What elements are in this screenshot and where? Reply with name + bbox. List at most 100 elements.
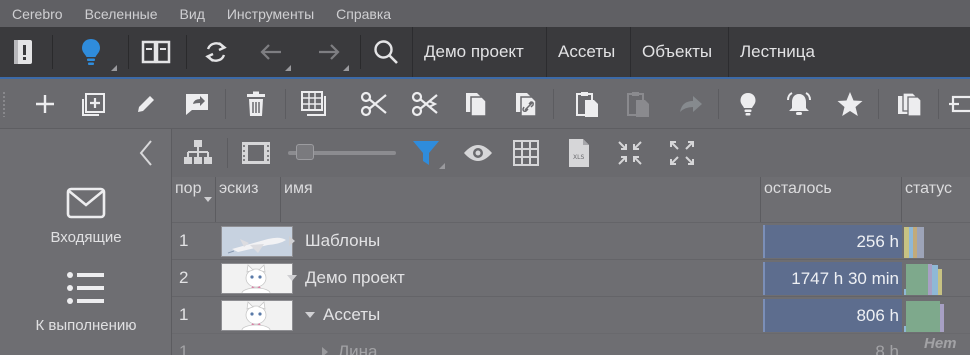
list-icon xyxy=(67,272,104,304)
column-header-order[interactable]: пор xyxy=(172,177,216,222)
add-button[interactable] xyxy=(30,89,60,119)
move-button[interactable] xyxy=(676,89,706,119)
copy-icon xyxy=(466,93,487,117)
column-header-thumb[interactable]: эскиз xyxy=(216,177,281,222)
paste-link-button[interactable] xyxy=(623,89,653,119)
filter-button[interactable] xyxy=(410,137,445,169)
split-button[interactable] xyxy=(946,89,970,119)
cut-button[interactable] xyxy=(359,89,389,119)
notifications-button[interactable] xyxy=(8,27,38,77)
column-header-thumb-label: эскиз xyxy=(219,180,259,197)
expand-all-button[interactable] xyxy=(666,137,698,169)
menu-universes[interactable]: Вселенные xyxy=(74,6,169,22)
svg-text:XLS: XLS xyxy=(573,154,584,161)
tab-demo-project[interactable]: Демо проект xyxy=(412,27,535,77)
export-xls-button[interactable]: XLS xyxy=(563,137,595,169)
column-header-order-label: пор xyxy=(175,180,202,197)
row-thumbnail xyxy=(221,263,293,294)
collapse-arrow-icon[interactable] xyxy=(287,275,297,281)
row-thumbnail xyxy=(221,300,293,331)
table-row[interactable]: 1 Шаблоны 256 h xyxy=(172,222,970,258)
cut-link-button[interactable] xyxy=(410,89,440,119)
shuttle-thumbnail-icon xyxy=(222,227,292,256)
row-status-chart xyxy=(904,225,924,258)
left-panel: Входящие К выполнению xyxy=(0,129,172,355)
exclamation-book-icon xyxy=(14,40,32,64)
copy-link-icon xyxy=(516,93,537,117)
table-grid-icon xyxy=(513,140,539,166)
thumbnail-size-slider-handle[interactable] xyxy=(296,144,314,160)
lightbulb-icon xyxy=(740,93,756,116)
inbox-button[interactable]: Входящие xyxy=(0,187,172,246)
row-name: Ассеты xyxy=(323,305,381,324)
tab-assets[interactable]: Ассеты xyxy=(546,27,626,77)
book-button[interactable] xyxy=(138,27,174,77)
scissors-link-icon xyxy=(411,91,438,117)
todo-button[interactable]: К выполнению xyxy=(0,271,172,334)
copy-button[interactable] xyxy=(461,89,491,119)
copy-link-button[interactable] xyxy=(511,89,541,119)
expand-arrow-icon[interactable] xyxy=(322,347,328,355)
table-row[interactable]: 2 Демо проект 1747 h 30 min xyxy=(172,259,970,295)
collapse-arrow-icon[interactable] xyxy=(305,312,315,318)
expand-arrows-icon xyxy=(670,141,694,165)
menu-view[interactable]: Вид xyxy=(169,6,216,22)
alarm-button[interactable] xyxy=(784,89,814,119)
table-view-button[interactable] xyxy=(510,137,542,169)
scissors-icon xyxy=(360,91,387,117)
paste-link-icon xyxy=(627,92,649,117)
star-icon xyxy=(837,92,863,116)
hints-button[interactable] xyxy=(62,27,120,77)
hierarchy-view-button[interactable] xyxy=(182,137,214,169)
collapse-arrows-icon xyxy=(618,141,642,165)
duplicate-button[interactable] xyxy=(895,89,925,119)
refresh-icon xyxy=(205,42,227,62)
forward-button[interactable] xyxy=(306,27,352,77)
back-button[interactable] xyxy=(248,27,294,77)
edit-button[interactable] xyxy=(131,89,161,119)
search-button[interactable] xyxy=(368,27,404,77)
task-grid: пор эскиз имя осталось статус 1 Шаблоны … xyxy=(172,177,970,355)
row-order: 1 xyxy=(179,305,189,324)
visibility-button[interactable] xyxy=(462,137,494,169)
row-name-cell: Демо проект xyxy=(287,260,405,296)
sort-indicator-icon xyxy=(204,197,212,202)
column-header-remaining[interactable]: осталось xyxy=(761,177,902,222)
expand-arrow-icon[interactable] xyxy=(289,236,295,246)
message-forward-icon xyxy=(186,94,208,115)
film-strip-icon xyxy=(242,142,270,164)
toolbar-grip[interactable] xyxy=(2,91,6,117)
refresh-button[interactable] xyxy=(198,27,234,77)
row-order: 2 xyxy=(179,268,189,287)
funnel-icon xyxy=(413,141,439,165)
lightbulb-icon xyxy=(82,39,100,65)
column-header-status[interactable]: статус xyxy=(902,177,970,222)
menu-tools[interactable]: Инструменты xyxy=(216,6,325,22)
hierarchy-icon xyxy=(184,140,212,164)
menu-help[interactable]: Справка xyxy=(325,6,402,22)
menu-cerebro[interactable]: Cerebro xyxy=(0,6,74,22)
tab-ladder[interactable]: Лестница xyxy=(728,27,826,77)
multi-edit-button[interactable] xyxy=(300,89,330,119)
column-header-name[interactable]: имя xyxy=(281,177,761,222)
hint-button[interactable] xyxy=(733,89,763,119)
collapse-panel-button[interactable] xyxy=(138,139,154,172)
arrow-left-icon xyxy=(260,44,281,60)
thumbnail-toggle-button[interactable] xyxy=(240,137,272,169)
row-remaining: 8 h xyxy=(875,342,899,355)
table-stack-icon xyxy=(301,91,326,116)
plus-icon xyxy=(36,95,54,113)
favorite-button[interactable] xyxy=(835,89,865,119)
paste-button[interactable] xyxy=(572,89,602,119)
tab-objects[interactable]: Объекты xyxy=(630,27,723,77)
row-name-cell: Лина xyxy=(322,334,378,355)
forward-message-button[interactable] xyxy=(182,89,212,119)
table-row[interactable]: 1 Ассеты 806 h xyxy=(172,296,970,332)
share-arrow-icon xyxy=(680,96,702,112)
collapse-all-button[interactable] xyxy=(614,137,646,169)
table-row[interactable]: 1 Лина 8 h Нет ст xyxy=(172,333,970,355)
add-subtask-button[interactable] xyxy=(79,89,109,119)
delete-button[interactable] xyxy=(241,89,271,119)
row-status-chart xyxy=(904,299,944,332)
todo-label: К выполнению xyxy=(35,317,137,334)
